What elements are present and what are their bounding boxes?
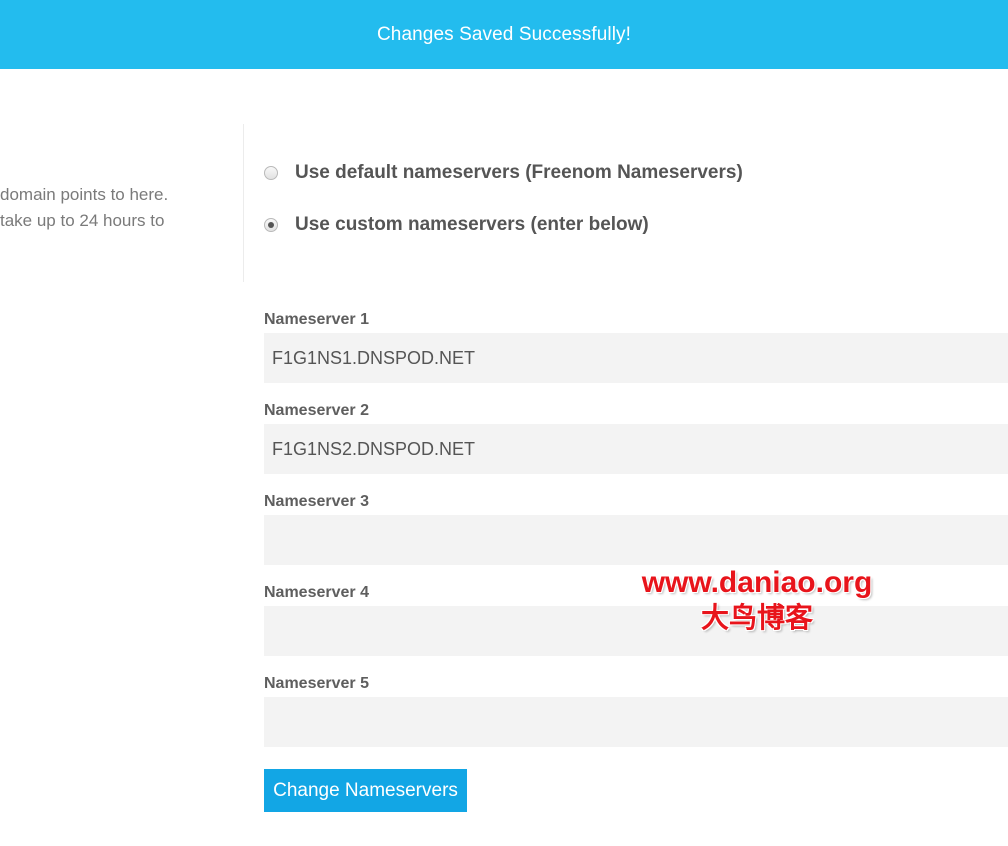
radio-default-label: Use default nameservers (Freenom Nameser… bbox=[295, 162, 743, 183]
radio-default-nameservers[interactable]: Use default nameservers (Freenom Nameser… bbox=[264, 162, 743, 184]
column-divider bbox=[243, 124, 244, 282]
nameserver-5-label: Nameserver 5 bbox=[264, 675, 369, 692]
watermark: www.daniao.org 大鸟博客 bbox=[632, 565, 882, 635]
nameserver-4-label: Nameserver 4 bbox=[264, 584, 369, 601]
radio-custom-nameservers[interactable]: Use custom nameservers (enter below) bbox=[264, 214, 649, 236]
nameserver-help-text: domain points to here. take up to 24 hou… bbox=[0, 182, 230, 234]
nameserver-3-input[interactable] bbox=[264, 515, 1008, 565]
radio-button-checked[interactable] bbox=[264, 218, 278, 232]
notification-message: Changes Saved Successfully! bbox=[376, 23, 632, 45]
radio-custom-label: Use custom nameservers (enter below) bbox=[295, 214, 649, 235]
watermark-name: 大鸟博客 bbox=[700, 601, 813, 634]
nameserver-5-input[interactable] bbox=[264, 697, 1008, 747]
success-notification-banner: Changes Saved Successfully! bbox=[0, 0, 1008, 69]
help-text-line: take up to 24 hours to bbox=[0, 211, 165, 230]
nameserver-3-label: Nameserver 3 bbox=[264, 493, 369, 510]
help-text-line: domain points to here. bbox=[0, 185, 169, 204]
radio-button-unchecked[interactable] bbox=[264, 166, 278, 180]
nameserver-2-input[interactable] bbox=[264, 424, 1008, 474]
nameserver-2-label: Nameserver 2 bbox=[264, 402, 369, 419]
change-nameservers-button[interactable]: Change Nameservers bbox=[264, 769, 467, 812]
watermark-url: www.daniao.org bbox=[641, 566, 873, 599]
nameserver-1-label: Nameserver 1 bbox=[264, 311, 369, 328]
nameserver-1-input[interactable] bbox=[264, 333, 1008, 383]
